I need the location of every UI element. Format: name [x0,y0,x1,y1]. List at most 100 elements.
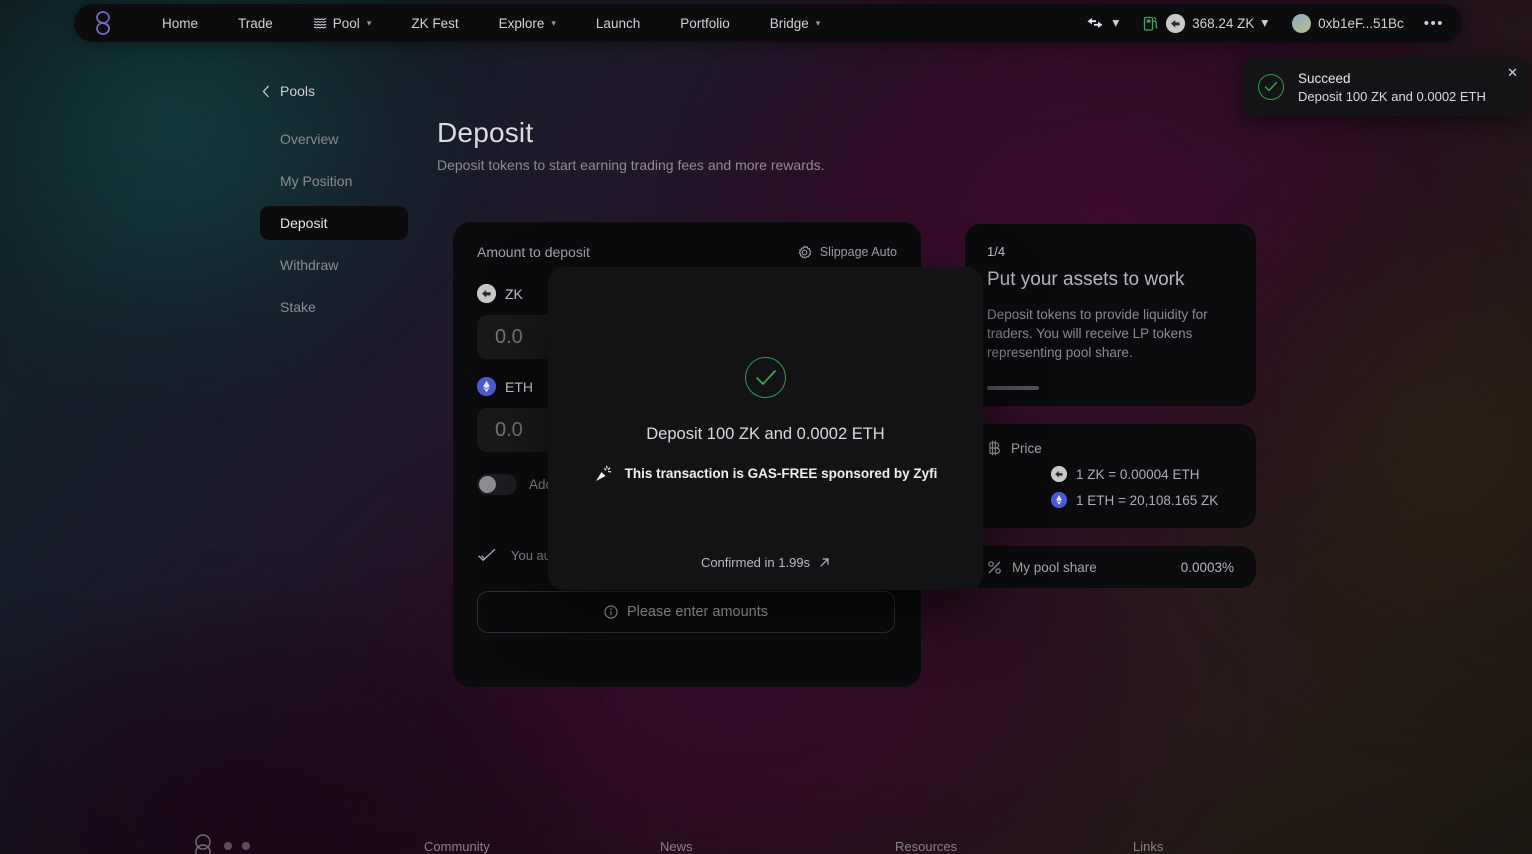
price-label: Price [1011,440,1042,456]
sidebar-item-my-position[interactable]: My Position [260,164,408,198]
nav-item-explore[interactable]: Explore ▾ [479,10,576,37]
chevron-left-icon [262,85,270,98]
sidebar-item-label: My Position [280,173,353,189]
brand-mark-icon [192,834,250,854]
info-icon [604,605,618,619]
zk-token-icon [1166,13,1186,33]
sidebar-item-stake[interactable]: Stake [260,290,408,324]
footer-column-community[interactable]: Community [424,839,490,854]
check-icon [477,547,497,563]
tip-body: Deposit tokens to provide liquidity for … [987,307,1208,360]
nav-item-home[interactable]: Home [142,10,218,37]
price-card: Price 1 ZK = 0.00004 ETH 1 ETH = 20,108.… [965,424,1256,528]
balance-amount: 368.24 ZK [1192,15,1255,31]
eth-token-icon [1051,492,1067,508]
sidebar-item-label: Withdraw [280,257,339,273]
token-symbol: ZK [505,285,523,302]
tip-title: Put your assets to work [987,269,1185,290]
modal-confirmed-text: Confirmed in 1.99s [700,555,811,570]
balance-chip[interactable]: 368.24 ZK ▾ [1131,8,1280,39]
layers-icon [313,16,327,30]
nav-item-zk-fest[interactable]: ZK Fest [391,10,478,37]
chevron-down-icon: ▾ [1112,15,1120,30]
token-symbol: ETH [505,378,533,395]
nav-right-cluster: ▾ 368.24 ZK ▾ 0xb1eF...51Bc ••• [1073,8,1452,39]
price-row-text: 1 ETH = 20,108.165 ZK [1076,492,1219,508]
pool-share-value: 0.0003% [1180,559,1234,575]
modal-gas-free-text: This transaction is GAS-FREE sponsored b… [624,466,938,481]
nav-label: Portfolio [680,15,730,31]
nav-item-launch[interactable]: Launch [576,10,660,37]
wallet-address: 0xb1eF...51Bc [1318,15,1404,31]
gear-icon [797,245,812,260]
chevron-down-icon: ▾ [366,17,372,28]
percent-icon [987,560,1002,575]
sidebar-item-overview[interactable]: Overview [260,122,408,156]
wallet-chip[interactable]: 0xb1eF...51Bc [1280,8,1416,39]
external-link-arrow-icon [819,557,830,568]
nav-item-trade[interactable]: Trade [218,10,293,37]
modal-title: Deposit 100 ZK and 0.0002 ETH [646,425,885,443]
bitcoin-icon [987,440,1001,456]
app-root: Home Trade Pool ▾ ZK Fest Explore ▾ Laun… [0,0,1532,854]
footer-column-resources[interactable]: Resources [895,839,957,854]
slippage-setting[interactable]: Slippage Auto [797,245,897,260]
network-switcher[interactable]: ▾ [1073,9,1131,37]
zksync-logo-icon[interactable] [88,8,118,38]
footer: Community News Resources Links [0,828,1532,854]
sidebar-item-label: Deposit [280,215,328,231]
gas-pump-icon [1143,15,1159,32]
footer-dot [242,842,250,850]
nav-label: Pool [332,15,360,31]
sidebar-item-deposit[interactable]: Deposit [260,206,408,240]
amount-to-deposit-label: Amount to deposit [477,244,590,260]
eth-token-icon [477,377,496,396]
sidebar-item-withdraw[interactable]: Withdraw [260,248,408,282]
breadcrumb[interactable]: Pools [262,83,315,99]
nav-label: Launch [595,15,641,31]
modal-confirmed-link[interactable]: Confirmed in 1.99s [701,555,830,570]
nav-links: Home Trade Pool ▾ ZK Fest Explore ▾ Laun… [142,10,840,37]
success-toast: Succeed Deposit 100 ZK and 0.0002 ETH ✕ [1242,58,1530,116]
toast-title: Succeed [1298,70,1351,86]
pool-share-left: My pool share [987,560,1097,575]
nav-label: Trade [238,15,273,31]
toggle-knob [479,476,496,493]
close-icon[interactable]: ✕ [1507,66,1518,79]
price-row-eth: 1 ETH = 20,108.165 ZK [987,492,1234,508]
zk-token-icon [477,284,496,303]
page-title: Deposit [437,117,534,148]
deposit-card-header: Amount to deposit Slippage Auto [477,244,897,260]
success-check-circle-icon [745,357,786,398]
tip-counter: 1/4 [987,244,1006,259]
sidebar: Overview My Position Deposit Withdraw St… [260,122,408,332]
bridge-arrows-icon [1085,16,1105,30]
page-subtitle: Deposit tokens to start earning trading … [437,157,825,173]
footer-column-links[interactable]: Links [1133,839,1163,854]
nav-item-bridge[interactable]: Bridge ▾ [750,10,841,37]
zk-token-icon [1051,466,1067,482]
avatar [1292,13,1312,33]
submit-button[interactable]: Please enter amounts [477,591,895,633]
breadcrumb-label: Pools [280,83,316,99]
footer-dot [224,842,232,850]
nav-label: Bridge [769,15,809,31]
chevron-down-icon: ▾ [551,17,556,28]
footer-column-news[interactable]: News [660,839,693,854]
toast-body: Deposit 100 ZK and 0.0002 ETH [1298,88,1486,104]
slippage-label: Slippage Auto [819,245,897,259]
pool-share-label: My pool share [1012,559,1097,575]
pool-share-card: My pool share 0.0003% [965,546,1256,588]
success-check-circle-icon [1258,74,1284,100]
transaction-success-modal: Deposit 100 ZK and 0.0002 ETH This trans… [548,267,983,590]
nav-label: Explore [498,15,545,31]
price-row-zk: 1 ZK = 0.00004 ETH [987,466,1234,482]
top-navigation-bar: Home Trade Pool ▾ ZK Fest Explore ▾ Laun… [74,4,1462,42]
more-menu-button[interactable]: ••• [1416,15,1452,32]
nav-item-portfolio[interactable]: Portfolio [660,10,750,37]
nav-item-pool[interactable]: Pool ▾ [293,10,392,37]
nav-label: Home [162,15,199,31]
add-toggle[interactable] [477,474,517,495]
tip-progress-indicator[interactable] [987,386,1039,390]
submit-button-label: Please enter amounts [626,604,769,620]
